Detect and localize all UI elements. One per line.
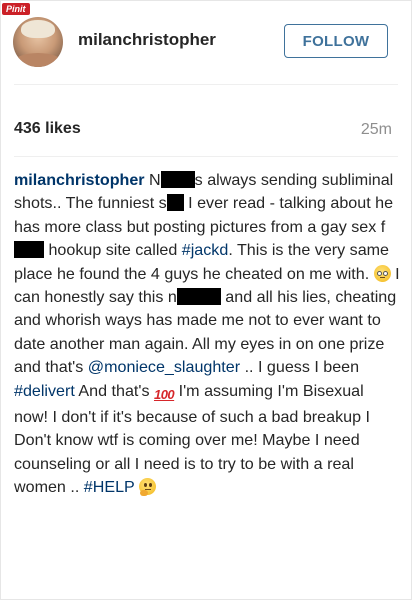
censor-bar	[14, 241, 44, 259]
caption-text: N	[144, 171, 161, 189]
hashtag-link[interactable]: #delivert	[14, 382, 75, 400]
caption-text: .. I guess I been	[240, 358, 360, 377]
censor-bar	[166, 194, 184, 212]
hashtag-link[interactable]: #HELP	[84, 478, 135, 496]
caption-text: And that's	[74, 381, 154, 400]
thinking-face-emoji-icon	[138, 478, 156, 497]
mention-link[interactable]: @moniece_slaughter	[88, 358, 240, 376]
avatar-shoulders	[13, 53, 63, 67]
rolling-eyes-emoji-icon	[373, 264, 391, 282]
post-header: milanchristopher FOLLOW	[0, 0, 412, 84]
header-username[interactable]: milanchristopher	[78, 30, 216, 50]
timestamp: 25m	[360, 121, 392, 138]
caption-text: hookup site called	[44, 241, 182, 260]
divider	[14, 84, 398, 85]
censor-bar	[176, 288, 221, 306]
caption-author[interactable]: milanchristopher	[14, 171, 145, 189]
likes-count[interactable]: 436 likes	[14, 120, 81, 138]
hundred-points-emoji-icon: 100	[153, 386, 175, 402]
censor-bar	[160, 171, 195, 188]
divider	[14, 156, 398, 157]
follow-button[interactable]: FOLLOW	[284, 24, 388, 58]
hashtag-link[interactable]: #jackd	[182, 241, 229, 259]
post-caption: milanchristopher Ns always sending subli…	[14, 169, 400, 500]
avatar-hair	[21, 20, 55, 38]
avatar[interactable]	[13, 17, 63, 67]
